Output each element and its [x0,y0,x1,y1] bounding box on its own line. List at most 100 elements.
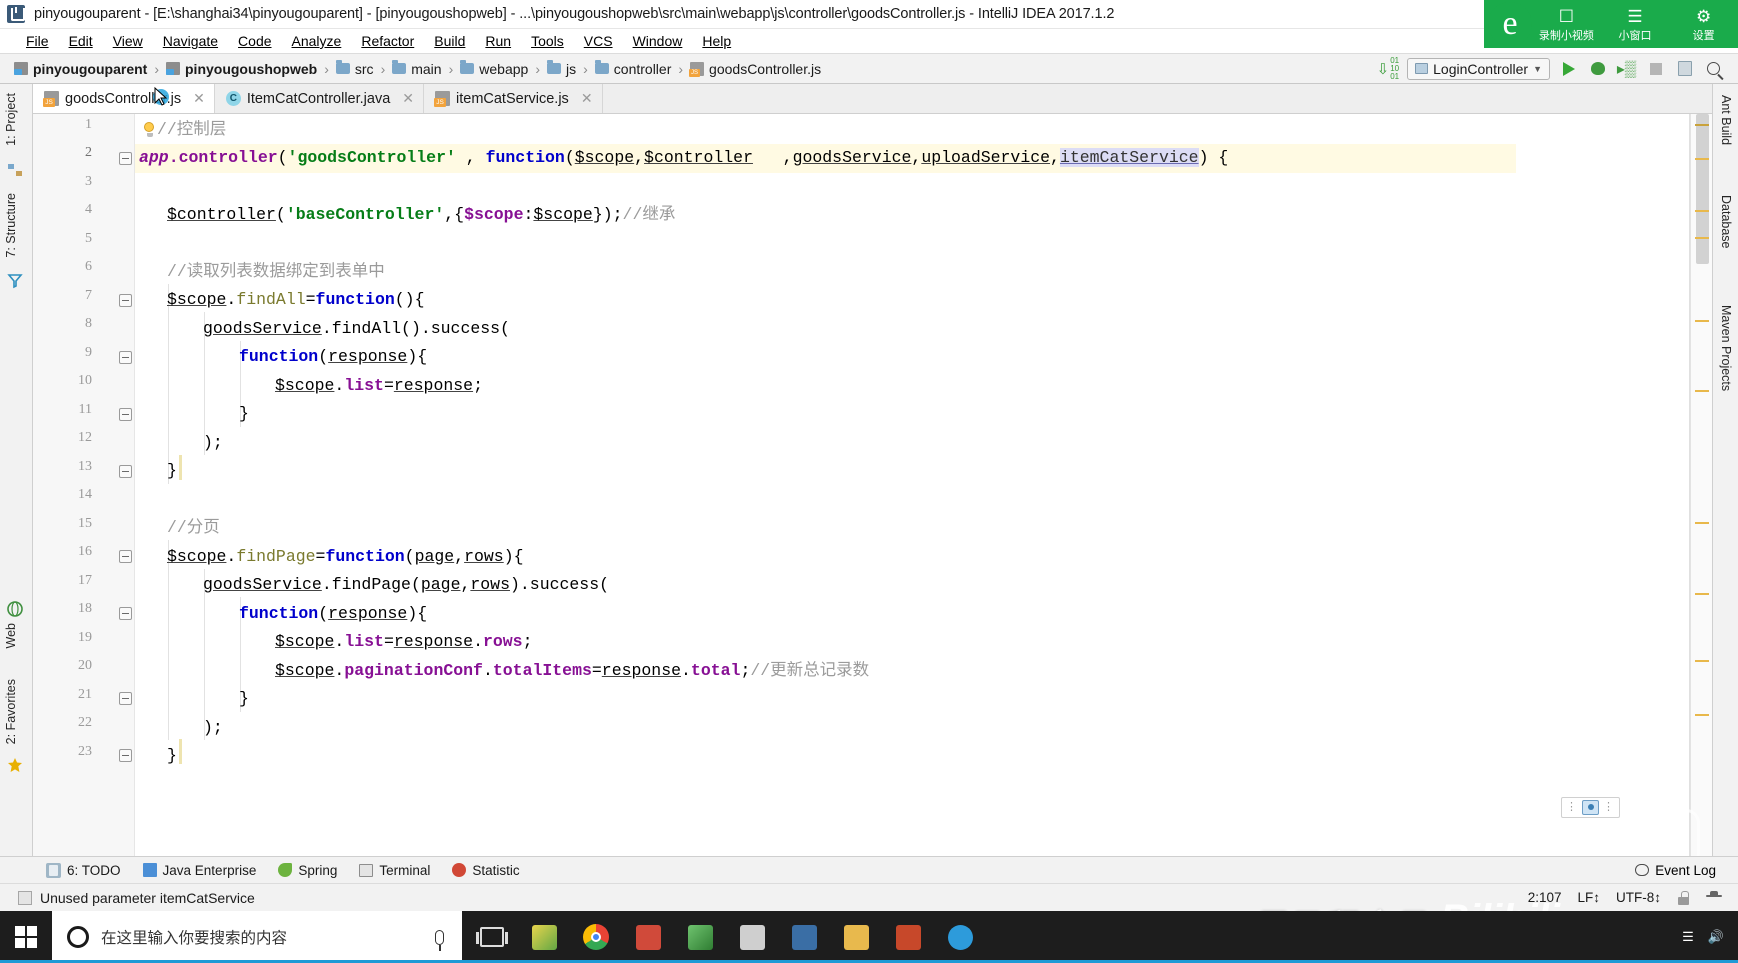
fold-marker[interactable] [119,550,132,563]
warning-marker[interactable] [1695,660,1709,662]
breadcrumb-item-js[interactable]: js [546,60,576,77]
taskbar-app-6[interactable] [726,911,778,963]
editor-tab-itemcatcontroller[interactable]: C ItemCatController.java ✕ [215,84,424,113]
debug-button[interactable] [1587,58,1608,79]
tool-window-spring[interactable]: Spring [278,863,337,878]
run-configuration-selector[interactable]: LoginController ▼ [1407,57,1550,80]
close-icon[interactable]: ✕ [402,90,414,107]
microphone-icon[interactable] [435,929,444,951]
tray-network-icon[interactable]: ☰ [1682,929,1694,945]
menu-refactor[interactable]: Refactor [351,32,424,50]
sidebar-item-maven-projects[interactable]: Maven Projects [1717,302,1735,394]
taskbar-app-ppt[interactable] [882,911,934,963]
menu-run[interactable]: Run [475,32,521,50]
editor-gutter[interactable]: 1 2 3 4 5 6 7 8 9 10 11 12 13 14 15 16 1… [33,114,135,856]
menu-view[interactable]: View [103,32,153,50]
task-view-button[interactable] [466,911,518,963]
taskbar-app-chrome[interactable] [570,911,622,963]
menu-code[interactable]: Code [228,32,281,50]
menu-help[interactable]: Help [692,32,741,50]
breadcrumb-item-pinyougoushopweb[interactable]: pinyougoushopweb [166,61,317,77]
tray-volume-icon[interactable]: 🔊 [1708,929,1724,945]
run-button[interactable] [1558,58,1579,79]
fold-marker[interactable] [119,607,132,620]
sidebar-item-favorites[interactable]: 2: Favorites [2,676,20,747]
menu-analyze[interactable]: Analyze [282,32,352,50]
scrollbar-thumb[interactable] [1696,114,1709,264]
fold-marker[interactable] [119,408,132,421]
fold-marker[interactable] [119,152,132,165]
close-icon[interactable]: ✕ [193,90,205,107]
intention-bulb-icon[interactable] [142,122,156,137]
warning-marker[interactable] [1695,320,1709,322]
taskbar-app-4[interactable] [622,911,674,963]
tool-window-terminal[interactable]: Terminal [359,863,430,878]
warning-marker[interactable] [1695,210,1709,212]
menu-tools[interactable]: Tools [521,32,574,50]
update-project-icon[interactable]: ⇩ 01 10 01 [1377,56,1399,81]
fold-marker[interactable] [119,294,132,307]
warning-marker[interactable] [1695,158,1709,160]
breadcrumb-item-pinyougouparent[interactable]: pinyougouparent [14,61,147,77]
menu-window[interactable]: Window [623,32,693,50]
fold-marker[interactable] [119,351,132,364]
sidebar-item-web[interactable]: Web [2,620,20,651]
sidebar-item-database[interactable]: Database [1717,192,1735,252]
run-coverage-button[interactable]: ▸▒ [1616,58,1637,79]
taskbar-app-5[interactable] [674,911,726,963]
warning-marker[interactable] [1695,124,1709,126]
menu-vcs[interactable]: VCS [574,32,623,50]
line-separator[interactable]: LF↕ [1577,890,1600,905]
warning-marker[interactable] [1695,522,1709,524]
taskbar-search[interactable]: 在这里输入你要搜索的内容 [52,911,462,963]
event-log-button[interactable]: Event Log [1635,863,1738,878]
editor-tab-itemcatservice[interactable]: itemCatService.js ✕ [424,84,603,113]
record-video-button[interactable]: ☐ 录制小视频 [1532,0,1601,48]
sidebar-item-project[interactable]: 1: Project [2,90,20,149]
file-encoding[interactable]: UTF-8↕ [1616,890,1661,905]
user-avatar-icon[interactable] [1582,800,1599,815]
start-button[interactable] [0,911,52,963]
stop-button[interactable] [1645,58,1666,79]
warning-marker[interactable] [1695,714,1709,716]
menu-edit[interactable]: Edit [59,32,103,50]
fold-marker[interactable] [119,465,132,478]
more-options-icon[interactable]: ⋮ [1603,802,1615,813]
tool-window-todo[interactable]: 6: TODO [46,862,121,878]
taskbar-app-7[interactable] [778,911,830,963]
taskbar-app-paint[interactable] [518,911,570,963]
database-button[interactable] [1674,58,1695,79]
menu-navigate[interactable]: Navigate [153,32,228,50]
search-everywhere-button[interactable] [1703,58,1724,79]
drag-handle-icon[interactable]: ⋮ [1566,802,1578,813]
breadcrumb-item-webapp[interactable]: webapp [460,60,528,77]
breadcrumb-item-main[interactable]: main [392,60,442,77]
menu-file[interactable]: File [16,32,59,50]
sidebar-item-structure[interactable]: 7: Structure [2,190,20,261]
tool-window-statistic[interactable]: Statistic [452,863,520,878]
warning-marker[interactable] [1695,390,1709,392]
fold-marker[interactable] [119,749,132,762]
close-icon[interactable]: ✕ [581,90,593,107]
tool-window-java-enterprise[interactable]: Java Enterprise [142,863,256,878]
mini-window-button[interactable]: ☰ 小窗口 [1601,0,1670,48]
filter-icon [6,272,24,290]
warning-marker[interactable] [1695,237,1709,239]
menu-build[interactable]: Build [424,32,475,50]
sidebar-item-ant-build[interactable]: Ant Build [1717,92,1735,148]
taskbar-app-9[interactable] [934,911,986,963]
hector-inspection-icon[interactable] [1706,890,1722,905]
editor-tab-goodscontroller[interactable]: goodsController.js ✕ [33,84,215,113]
fold-marker[interactable] [119,692,132,705]
breadcrumb-item-goodscontroller[interactable]: goodsController.js [689,61,821,77]
settings-button[interactable]: ⚙ 设置 [1669,0,1738,48]
breadcrumb-item-src[interactable]: src [335,60,374,77]
taskbar-app-folder[interactable] [830,911,882,963]
read-only-lock-icon[interactable] [1677,890,1690,905]
warning-marker[interactable] [1695,593,1709,595]
code-editor[interactable]: //控制层 app.controller('goodsController' ,… [135,114,1516,856]
floating-recorder-panel[interactable]: ⋮ ⋮ [1561,797,1620,818]
breadcrumb-item-controller[interactable]: controller [594,60,671,77]
edge-logo-icon[interactable]: e [1488,2,1532,46]
editor-scrollbar[interactable] [1690,114,1712,856]
